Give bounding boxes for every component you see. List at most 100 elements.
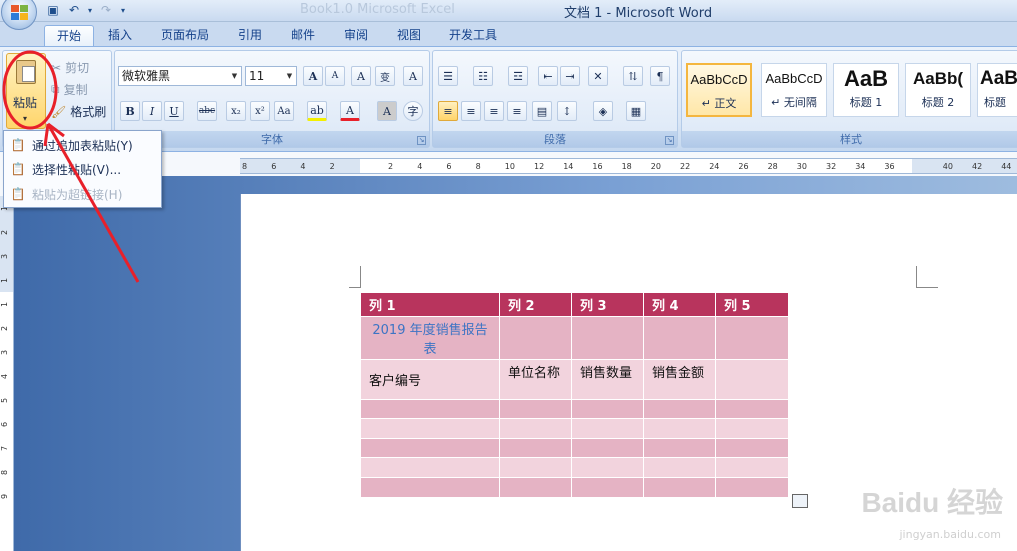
table-cell[interactable] (715, 477, 789, 498)
style-heading-1[interactable]: AaB 标题 1 (833, 63, 899, 117)
tab-developer[interactable]: 开发工具 (437, 25, 509, 47)
qat-customize-icon[interactable]: ▾ (118, 2, 128, 18)
table-cell[interactable] (643, 438, 716, 458)
decrease-indent-icon[interactable]: ⇤ (538, 66, 558, 86)
vertical-ruler[interactable]: 1231123456789 (0, 196, 14, 551)
tab-insert[interactable]: 插入 (96, 25, 144, 47)
table-header-cell[interactable]: 列 3 (571, 292, 644, 317)
table-cell[interactable] (571, 457, 644, 478)
format-painter-button[interactable]: 🖌 格式刷 (51, 103, 106, 120)
italic-button[interactable]: I (142, 101, 162, 121)
bold-button[interactable]: B (120, 101, 140, 121)
shrink-font-button[interactable]: A (325, 66, 345, 86)
distributed-icon[interactable]: ▤ (532, 101, 552, 121)
align-left-icon[interactable]: ≡ (438, 101, 458, 121)
superscript-button[interactable]: x² (250, 101, 270, 121)
numbering-icon[interactable]: ☷ (473, 66, 493, 86)
table-cell[interactable] (715, 399, 789, 419)
table-cell[interactable] (643, 477, 716, 498)
font-color-icon[interactable]: A (340, 101, 360, 121)
style-heading-2[interactable]: AaBb(标题 2 (905, 63, 971, 117)
copy-button[interactable]: ⧉ 复制 (51, 81, 88, 98)
table-cell[interactable]: 销售金额 (643, 359, 716, 400)
tab-references[interactable]: 引用 (226, 25, 274, 47)
table-cell[interactable] (715, 359, 789, 400)
table-header-cell[interactable]: 列 4 (643, 292, 716, 317)
table-cell[interactable]: 客户编号 (360, 359, 500, 400)
table-cell[interactable] (360, 457, 500, 478)
grow-font-button[interactable]: A (303, 66, 323, 86)
table-cell[interactable] (571, 316, 644, 360)
table-cell[interactable]: 2019 年度销售报告表 (360, 316, 500, 360)
chinese-layout-icon[interactable]: ✕ (588, 66, 608, 86)
table-cell[interactable] (360, 418, 500, 439)
table-cell[interactable] (715, 316, 789, 360)
redo-icon[interactable]: ↷ (97, 2, 115, 18)
table-cell[interactable] (499, 438, 572, 458)
bullets-icon[interactable]: ☰ (438, 66, 458, 86)
char-shading-icon[interactable]: A (377, 101, 397, 121)
table-cell[interactable]: 销售数量 (571, 359, 644, 400)
table-cell[interactable] (499, 457, 572, 478)
table-header-cell[interactable]: 列 1 (360, 292, 500, 317)
table-header-cell[interactable]: 列 5 (715, 292, 789, 317)
underline-button[interactable]: U (164, 101, 184, 121)
table-cell[interactable] (715, 418, 789, 439)
strikethrough-button[interactable]: abc (197, 101, 217, 121)
table-cell[interactable] (643, 418, 716, 439)
multilevel-list-icon[interactable]: ☲ (508, 66, 528, 86)
undo-icon[interactable]: ↶ (65, 2, 83, 18)
show-marks-icon[interactable]: ¶ (650, 66, 670, 86)
line-spacing-icon[interactable]: ↕ (557, 101, 577, 121)
horizontal-ruler[interactable]: 8 6 4 2 2 4 6 8 10 12 14 16 18 20 22 24 26 28 30 32 34 36 40 42… (240, 158, 1017, 174)
shading-icon[interactable]: ◈ (593, 101, 613, 121)
table-cell[interactable] (360, 477, 500, 498)
clear-format-button[interactable]: A (351, 66, 371, 86)
table-cell[interactable] (571, 399, 644, 419)
table-cell[interactable] (571, 418, 644, 439)
table-cell[interactable] (571, 438, 644, 458)
subscript-button[interactable]: x₂ (226, 101, 246, 121)
table-cell[interactable] (643, 399, 716, 419)
align-center-icon[interactable]: ≡ (461, 101, 481, 121)
justify-icon[interactable]: ≡ (507, 101, 527, 121)
dialog-launcher-icon[interactable]: ↘ (665, 136, 674, 145)
phonetic-guide-button[interactable]: 变 (375, 66, 395, 86)
table-cell[interactable] (499, 418, 572, 439)
table-cell[interactable] (571, 477, 644, 498)
table-cell[interactable] (360, 399, 500, 419)
table-cell[interactable] (499, 477, 572, 498)
style-title[interactable]: AaB 标题 (977, 63, 1017, 117)
highlight-icon[interactable]: ab (307, 101, 327, 121)
cut-button[interactable]: ✂ 剪切 (51, 59, 89, 76)
tab-review[interactable]: 审阅 (332, 25, 380, 47)
change-case-button[interactable]: Aa (274, 101, 294, 121)
font-size-combo[interactable]: 11 ▼ (245, 66, 297, 86)
undo-dropdown-icon[interactable]: ▾ (86, 2, 94, 18)
tab-view[interactable]: 视图 (385, 25, 433, 47)
enclose-char-button[interactable]: 字 (403, 101, 423, 121)
save-icon[interactable]: ▣ (44, 2, 62, 18)
table-cell[interactable] (643, 316, 716, 360)
increase-indent-icon[interactable]: ⇥ (560, 66, 580, 86)
paste-button[interactable]: 粘贴 ▾ (6, 53, 46, 129)
paste-options-icon[interactable] (792, 494, 808, 508)
table-cell[interactable] (715, 457, 789, 478)
menu-item-paste-append-table[interactable]: 📋 通过追加表粘贴(Y) (4, 133, 161, 157)
dialog-launcher-icon[interactable]: ↘ (417, 136, 426, 145)
tab-mailings[interactable]: 邮件 (279, 25, 327, 47)
menu-item-paste-special[interactable]: 📋 选择性粘贴(V)... (4, 157, 161, 181)
table-cell[interactable] (499, 316, 572, 360)
tab-home[interactable]: 开始 (44, 25, 95, 47)
sales-table[interactable]: 列 1 列 2 列 3 列 4 列 5 2019 年度销售报告表 客户编号 单位… (360, 292, 789, 498)
style-normal[interactable]: AaBbCcD ↵ 正文 (686, 63, 752, 117)
table-cell[interactable] (360, 438, 500, 458)
borders-icon[interactable]: ▦ (626, 101, 646, 121)
sort-icon[interactable]: ⇅ (623, 66, 643, 86)
table-header-cell[interactable]: 列 2 (499, 292, 572, 317)
font-name-combo[interactable]: 微软雅黑 ▼ (118, 66, 242, 86)
table-cell[interactable] (643, 457, 716, 478)
table-cell[interactable] (715, 438, 789, 458)
tab-page-layout[interactable]: 页面布局 (149, 25, 221, 47)
table-cell[interactable] (499, 399, 572, 419)
